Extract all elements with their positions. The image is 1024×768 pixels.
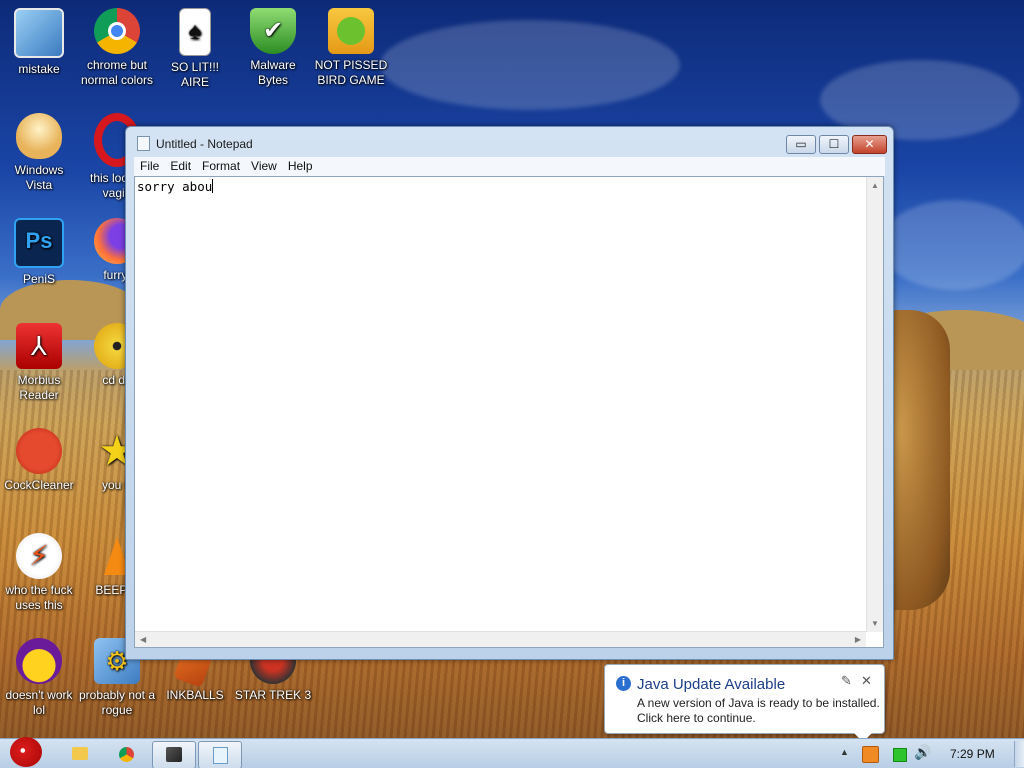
horizontal-scrollbar[interactable]: ◀ ▶ [135,631,866,647]
icon-label: who the fuck uses this [5,583,73,612]
desktop-icon-doesnt-work[interactable]: doesn't work lol [0,638,78,718]
lightning-icon: ⚡ [16,533,62,579]
icon-label: Morbius Reader [17,373,61,402]
menu-help[interactable]: Help [282,157,318,173]
menu-view[interactable]: View [245,157,282,173]
vertical-scrollbar[interactable]: ▲ ▼ [866,177,883,632]
desktop: mistake Windows Vista Ps PeniS ⅄ Morbius… [0,0,1024,768]
icon-label: Windows Vista [14,163,64,192]
window-title: Untitled - Notepad [156,137,253,151]
taskbar-notepad[interactable] [198,741,242,768]
network-icon[interactable] [893,748,907,762]
desktop-icon-penis[interactable]: Ps PeniS [0,218,78,287]
java-tray-icon[interactable] [862,746,879,763]
pin-icon[interactable]: ✎ [841,673,852,689]
pdf-reader-icon: ⅄ [16,323,62,369]
egg-icon [16,113,62,159]
close-icon[interactable]: ✕ [861,673,872,689]
taskbar-explorer[interactable] [60,741,100,767]
desktop-icon-mistake[interactable]: mistake [0,8,78,77]
minimize-icon: ▭ [795,137,807,151]
text-caret [212,179,214,193]
folder-icon [72,747,88,760]
menu-file[interactable]: File [134,157,164,173]
notification-title[interactable]: Java Update Available [637,676,785,693]
notepad-titlebar[interactable]: Untitled - Notepad ▭ ☐ ✕ [126,127,893,157]
maximize-icon: ☐ [828,137,840,151]
notification-line-2: Click here to continue. [637,711,756,725]
notepad-icon [213,747,228,764]
chrome-icon [119,747,134,762]
close-icon: ✕ [864,137,875,151]
menu-edit[interactable]: Edit [164,157,196,173]
app-icon [166,747,182,762]
icon-label: SO LIT!!! AIRE [170,60,219,89]
angry-bird-icon [10,737,42,767]
shield-icon: ✔ [250,8,296,54]
green-pig-icon [328,8,374,54]
clock[interactable]: 7:29 PM [950,747,995,761]
scroll-right-arrow-icon[interactable]: ▶ [855,635,861,644]
desktop-icon-cockcleaner[interactable]: CockCleaner [0,428,78,493]
notepad-window[interactable]: Untitled - Notepad ▭ ☐ ✕ File Edit Format V… [125,126,894,660]
monitor-icon [14,8,64,58]
taskbar-chrome[interactable] [106,741,146,767]
icon-label: doesn't work lol [5,688,73,717]
notification-body[interactable]: A new version of Java is ready to be ins… [637,696,880,726]
java-update-notification[interactable]: i Java Update Available A new version of… [604,664,885,742]
show-desktop-button[interactable] [1014,741,1024,767]
photoshop-icon: Ps [14,218,64,268]
volume-icon[interactable]: 🔊 [914,744,931,761]
desktop-icon-who-uses-this[interactable]: ⚡ who the fuck uses this [0,533,78,613]
icon-label: STAR TREK 3 [234,688,312,702]
icon-label: CockCleaner [4,478,74,492]
editor-content: sorry abou [137,179,214,194]
minimize-button[interactable]: ▭ [786,135,816,154]
yahoo-messenger-icon [16,638,62,684]
desktop-icon-chrome[interactable]: chrome but normal colors [78,8,156,88]
cleaner-icon [16,428,62,474]
info-icon: i [616,676,631,691]
menubar: File Edit Format View Help [134,157,885,176]
scroll-left-arrow-icon[interactable]: ◀ [140,635,146,644]
icon-label: PeniS [22,272,56,286]
menu-format[interactable]: Format [196,157,245,173]
show-hidden-icons-arrow-icon[interactable]: ▲ [840,747,849,757]
desktop-icon-solitaire[interactable]: ♠ SO LIT!!! AIRE [156,8,234,90]
scroll-down-arrow-icon[interactable]: ▼ [871,619,879,628]
wallpaper-cloud [880,200,1024,290]
icon-label: probably not a rogue [78,688,156,717]
icon-label: mistake [18,62,60,76]
icon-label: INKBALLS [166,688,224,702]
close-button[interactable]: ✕ [852,135,887,154]
icon-label: NOT PISSED BIRD GAME [314,58,388,87]
maximize-button[interactable]: ☐ [819,135,849,154]
wallpaper-cloud [380,20,680,110]
desktop-icon-pig-game[interactable]: NOT PISSED BIRD GAME [312,8,390,88]
desktop-icon-windows-vista[interactable]: Windows Vista [0,113,78,193]
icon-label: Malware Bytes [250,58,296,87]
chrome-icon [94,8,140,54]
editor-text: sorry abou [137,179,213,194]
taskbar-app[interactable] [152,741,196,768]
icon-label: chrome but normal colors [80,58,154,87]
start-button[interactable] [4,733,48,768]
desktop-icon-morbius-reader[interactable]: ⅄ Morbius Reader [0,323,78,403]
text-editor[interactable]: sorry abou ▲ ▼ ◀ ▶ [134,176,884,648]
desktop-icon-malwarebytes[interactable]: ✔ Malware Bytes [234,8,312,88]
notification-line-1: A new version of Java is ready to be ins… [637,696,880,710]
scroll-up-arrow-icon[interactable]: ▲ [871,181,879,190]
taskbar: ▲ 🔊 7:29 PM [0,737,1024,768]
playing-card-icon: ♠ [179,8,211,56]
notepad-icon [137,136,150,151]
